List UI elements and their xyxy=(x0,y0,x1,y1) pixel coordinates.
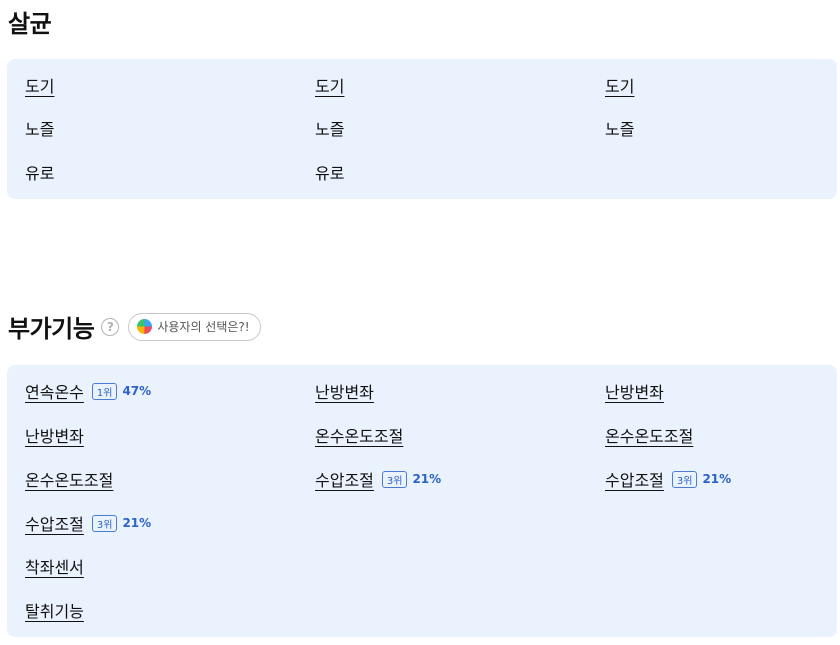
section-title-sterilize: 살균 xyxy=(8,10,52,38)
addon-item[interactable]: 난방변좌 xyxy=(605,379,664,403)
rank-percent: 21% xyxy=(412,472,442,486)
sterilize-panel: 도기 도기 도기 노즐 노즐 노즐 유로 유로 xyxy=(7,59,837,199)
addon-item-label[interactable]: 온수온도조절 xyxy=(315,423,403,447)
pie-chart-icon xyxy=(137,319,153,334)
addon-item-label[interactable]: 착좌센서 xyxy=(25,554,84,578)
addon-panel: 연속온수 1위 47% 난방변좌 난방변좌 난방변좌 온수온도조절 온수온도조절… xyxy=(7,365,837,637)
user-choice-label: 사용자의 선택은?! xyxy=(157,320,250,334)
sterilize-item-label[interactable]: 도기 xyxy=(315,73,344,97)
sterilize-item: 노즐 xyxy=(315,116,344,140)
help-icon[interactable]: ? xyxy=(101,317,120,336)
sterilize-item-label[interactable]: 도기 xyxy=(605,73,634,97)
sterilize-item[interactable]: 도기 xyxy=(315,73,344,97)
addon-item-label[interactable]: 연속온수 xyxy=(25,379,84,403)
rank-badge: 1위 xyxy=(91,382,118,400)
addon-item-label[interactable]: 온수온도조절 xyxy=(605,423,693,447)
sterilize-item: 노즐 xyxy=(25,116,54,140)
rank-badge: 3위 xyxy=(381,470,408,488)
rank-badge: 3위 xyxy=(671,470,698,488)
sterilize-item: 유로 xyxy=(315,160,344,184)
addon-item[interactable]: 수압조절 3위 21% xyxy=(25,511,151,535)
addon-item-label[interactable]: 수압조절 xyxy=(605,467,664,491)
addon-item-label[interactable]: 탈취기능 xyxy=(25,598,84,622)
sterilize-item-label: 노즐 xyxy=(315,120,345,139)
addon-item[interactable]: 난방변좌 xyxy=(315,379,374,403)
rank-percent: 21% xyxy=(122,516,152,530)
addon-item-label[interactable]: 난방변좌 xyxy=(605,379,664,403)
sterilize-item-label[interactable]: 도기 xyxy=(25,73,54,97)
addon-item-label[interactable]: 난방변좌 xyxy=(25,423,84,447)
addon-item-label[interactable]: 수압조절 xyxy=(315,467,374,491)
sterilize-item-label: 노즐 xyxy=(605,120,635,139)
addon-item[interactable]: 수압조절 3위 21% xyxy=(315,467,441,491)
addon-item[interactable]: 수압조절 3위 21% xyxy=(605,467,731,491)
sterilize-item[interactable]: 도기 xyxy=(605,73,634,97)
rank-percent: 47% xyxy=(122,384,152,398)
addon-header: 부가기능 ? 사용자의 선택은?! xyxy=(8,309,261,344)
addon-item[interactable]: 탈취기능 xyxy=(25,598,84,622)
addon-item[interactable]: 온수온도조절 xyxy=(25,467,113,491)
sterilize-item-label: 노즐 xyxy=(25,120,55,139)
addon-item[interactable]: 온수온도조절 xyxy=(315,423,403,447)
section-title-addon: 부가기능 xyxy=(8,315,95,343)
rank-badge: 3위 xyxy=(91,514,118,532)
addon-item[interactable]: 온수온도조절 xyxy=(605,423,693,447)
user-choice-button[interactable]: 사용자의 선택은?! xyxy=(128,312,261,341)
rank-percent: 21% xyxy=(702,472,732,486)
addon-item[interactable]: 연속온수 1위 47% xyxy=(25,379,151,403)
addon-item-label[interactable]: 온수온도조절 xyxy=(25,467,113,491)
addon-item-label[interactable]: 수압조절 xyxy=(25,511,84,535)
addon-item-label[interactable]: 난방변좌 xyxy=(315,379,374,403)
sterilize-item-label: 유로 xyxy=(25,164,55,183)
addon-item[interactable]: 착좌센서 xyxy=(25,554,84,578)
sterilize-item: 유로 xyxy=(25,160,54,184)
sterilize-item: 노즐 xyxy=(605,116,634,140)
sterilize-item[interactable]: 도기 xyxy=(25,73,54,97)
addon-item[interactable]: 난방변좌 xyxy=(25,423,84,447)
sterilize-item-label: 유로 xyxy=(315,164,345,183)
